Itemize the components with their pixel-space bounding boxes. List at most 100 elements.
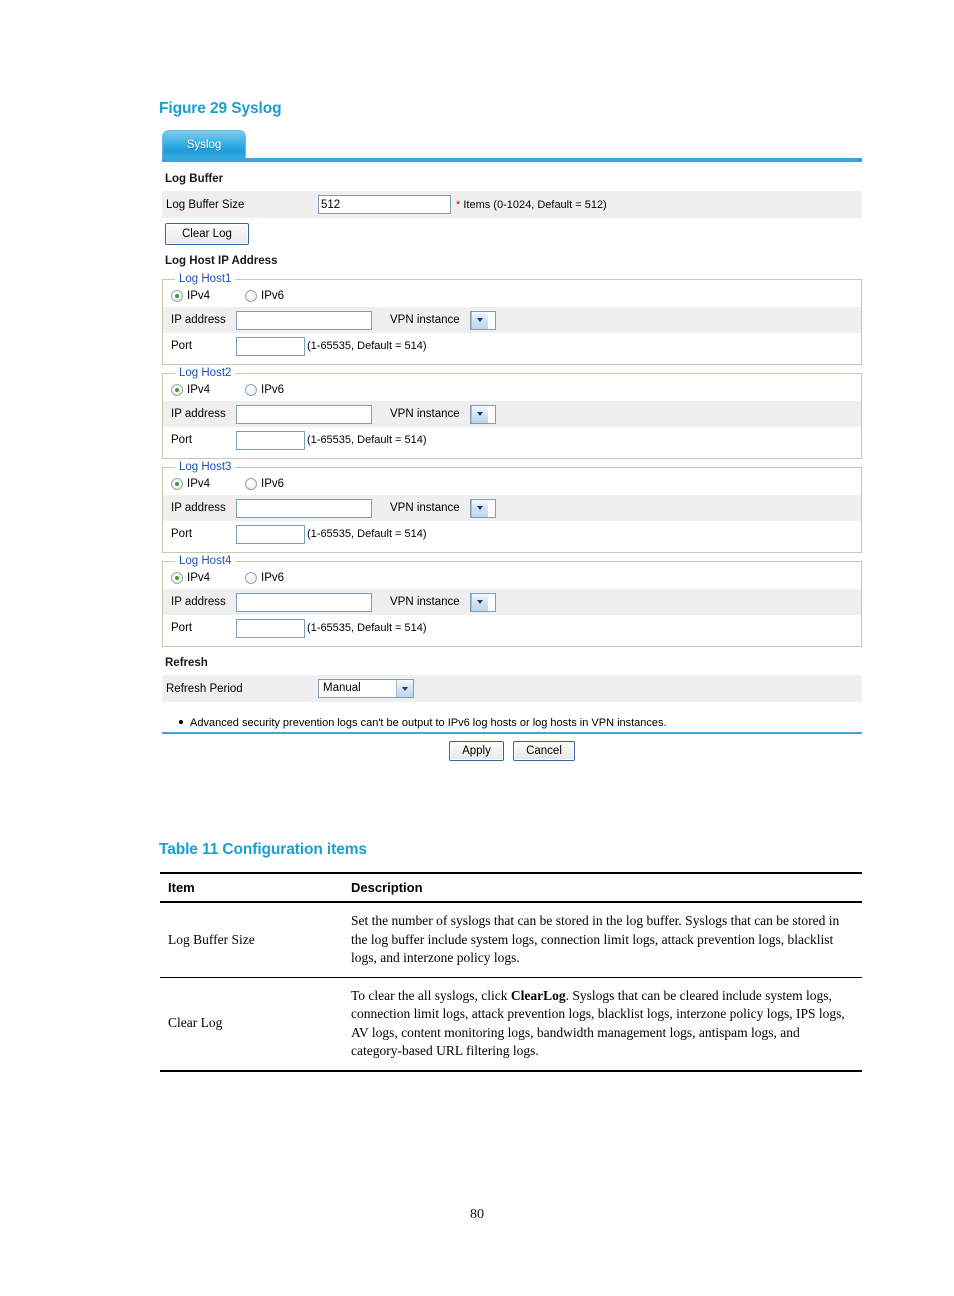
radio-selected-icon[interactable]	[171, 290, 183, 302]
log-host-4-ip-input[interactable]	[236, 592, 372, 612]
apply-button[interactable]: Apply	[449, 741, 504, 761]
log-host-4-address-row: IP address VPN instance	[163, 589, 861, 615]
log-host-1-port-row: Port (1-65535, Default = 514)	[163, 333, 861, 359]
radio-unselected-icon[interactable]	[245, 478, 258, 490]
section-title-refresh: Refresh	[165, 657, 208, 669]
chevron-down-icon[interactable]	[396, 680, 413, 697]
document-page: Figure 29 Syslog Syslog Log Buffer Log B…	[0, 0, 954, 1296]
log-host-1-iptype-row: IPv4 IPv6	[163, 285, 861, 307]
desc-prefix: To clear the all syslogs, click	[351, 987, 511, 1003]
section-title-log-buffer: Log Buffer	[165, 173, 224, 185]
log-host-2-legend: Log Host2	[179, 367, 232, 379]
bullet-icon	[179, 720, 183, 724]
section-title-log-host: Log Host IP Address	[165, 255, 278, 267]
configuration-items-table: Item Description Log Buffer Size Set the…	[160, 872, 862, 1072]
log-host-4-ipv4-label: IPv4	[187, 572, 211, 584]
log-host-2-port-hint: (1-65535, Default = 514)	[307, 434, 427, 446]
syslog-config-screenshot: Syslog Log Buffer Log Buffer Size * Item…	[162, 130, 862, 761]
log-host-2-ip-label: IP address	[171, 408, 226, 420]
form-actions: Apply Cancel	[162, 741, 862, 761]
log-host-3-ipv6-option[interactable]: IPv6	[245, 478, 284, 490]
log-host-1-ipv4-option[interactable]: IPv4	[171, 290, 210, 302]
log-host-3-fieldset: Log Host3 IPv4 IPv6 IP address VPN insta…	[162, 461, 862, 553]
log-host-1-legend: Log Host1	[179, 273, 232, 285]
radio-selected-icon[interactable]	[171, 478, 183, 490]
log-host-4-legend: Log Host4	[179, 555, 232, 567]
log-host-2-iptype-row: IPv4 IPv6	[163, 379, 861, 401]
row-item-clear-log: Clear Log	[160, 977, 343, 1072]
row-description-log-buffer-size: Set the number of syslogs that can be st…	[343, 902, 862, 978]
table-row: Log Buffer Size Set the number of syslog…	[160, 902, 862, 978]
log-host-1-vpn-select[interactable]	[469, 310, 496, 330]
log-host-4-port-input[interactable]	[236, 618, 305, 638]
table-body: Log Buffer Size Set the number of syslog…	[160, 902, 862, 1072]
tab-syslog[interactable]: Syslog	[162, 130, 246, 158]
chevron-down-icon[interactable]	[470, 405, 488, 423]
log-host-1-ip-input[interactable]	[236, 310, 372, 330]
log-host-3-legend: Log Host3	[179, 461, 232, 473]
log-host-3-ipv4-option[interactable]: IPv4	[171, 478, 210, 490]
log-host-2-port-input[interactable]	[236, 430, 305, 450]
refresh-period-value: Manual	[323, 682, 361, 694]
log-host-1-port-label: Port	[171, 340, 193, 352]
table-row: Clear Log To clear the all syslogs, clic…	[160, 977, 862, 1072]
log-host-2-ipv6-option[interactable]: IPv6	[245, 384, 284, 396]
desc-bold-clearlog: ClearLog	[510, 987, 566, 1003]
note-divider	[162, 732, 862, 734]
log-host-2-ipv4-label: IPv4	[187, 384, 211, 396]
figure-caption: Figure 29 Syslog	[159, 100, 282, 117]
log-host-4-vpn-label: VPN instance	[390, 596, 460, 608]
log-buffer-size-hint-text: Items (0-1024, Default = 512)	[463, 198, 607, 211]
log-host-2-address-row: IP address VPN instance	[163, 401, 861, 427]
log-host-4-ipv4-option[interactable]: IPv4	[171, 572, 210, 584]
radio-selected-icon[interactable]	[171, 572, 183, 584]
log-host-1-address-row: IP address VPN instance	[163, 307, 861, 333]
log-host-2-vpn-label: VPN instance	[390, 408, 460, 420]
radio-unselected-icon[interactable]	[245, 290, 258, 302]
log-host-2-vpn-select[interactable]	[469, 404, 496, 424]
log-host-3-port-input[interactable]	[236, 524, 305, 544]
chevron-down-icon[interactable]	[470, 593, 488, 611]
log-host-4-ipv6-label: IPv6	[261, 572, 285, 584]
log-host-3-ipv6-label: IPv6	[261, 478, 285, 490]
log-host-3-port-label: Port	[171, 528, 193, 540]
tab-bar: Syslog	[162, 130, 862, 163]
table-head: Item Description	[160, 872, 862, 903]
log-buffer-size-input[interactable]	[318, 195, 451, 214]
log-host-4-vpn-select[interactable]	[469, 592, 496, 612]
log-host-4-iptype-row: IPv4 IPv6	[163, 567, 861, 589]
cancel-button[interactable]: Cancel	[513, 741, 575, 761]
refresh-period-label: Refresh Period	[166, 682, 243, 695]
row-item-log-buffer-size: Log Buffer Size	[160, 902, 343, 978]
log-host-1-ipv6-option[interactable]: IPv6	[245, 290, 284, 302]
log-host-4-ipv6-option[interactable]: IPv6	[245, 572, 284, 584]
log-host-4-fieldset: Log Host4 IPv4 IPv6 IP address VPN insta…	[162, 555, 862, 647]
log-host-2-ipv4-option[interactable]: IPv4	[171, 384, 210, 396]
chevron-down-icon[interactable]	[470, 499, 488, 517]
log-buffer-size-label: Log Buffer Size	[166, 198, 245, 211]
column-header-description: Description	[343, 872, 862, 903]
advisory-note: Advanced security prevention logs can't …	[162, 716, 862, 730]
chevron-down-icon[interactable]	[470, 311, 488, 329]
log-host-1-port-input[interactable]	[236, 336, 305, 356]
log-host-2-ipv6-label: IPv6	[261, 384, 285, 396]
clear-log-button[interactable]: Clear Log	[165, 223, 249, 245]
refresh-period-select[interactable]: Manual	[318, 679, 414, 698]
radio-unselected-icon[interactable]	[245, 384, 258, 396]
page-number: 80	[470, 1207, 484, 1222]
radio-unselected-icon[interactable]	[245, 572, 258, 584]
log-buffer-size-hint: * Items (0-1024, Default = 512)	[456, 199, 607, 211]
log-host-2-fieldset: Log Host2 IPv4 IPv6 IP address VPN insta…	[162, 367, 862, 459]
log-host-4-port-hint: (1-65535, Default = 514)	[307, 622, 427, 634]
log-host-1-ipv6-label: IPv6	[261, 290, 285, 302]
log-host-2-ip-input[interactable]	[236, 404, 372, 424]
log-host-1-fieldset: Log Host1 IPv4 IPv6 IP address VPN insta…	[162, 273, 862, 365]
column-header-item: Item	[160, 872, 343, 903]
log-host-3-ip-input[interactable]	[236, 498, 372, 518]
log-host-list: Log Host1 IPv4 IPv6 IP address VPN insta…	[162, 273, 862, 647]
log-host-1-ip-label: IP address	[171, 314, 226, 326]
radio-selected-icon[interactable]	[171, 384, 183, 396]
log-host-3-port-hint: (1-65535, Default = 514)	[307, 528, 427, 540]
log-host-3-vpn-select[interactable]	[469, 498, 496, 518]
advisory-note-text: Advanced security prevention logs can't …	[190, 717, 667, 729]
